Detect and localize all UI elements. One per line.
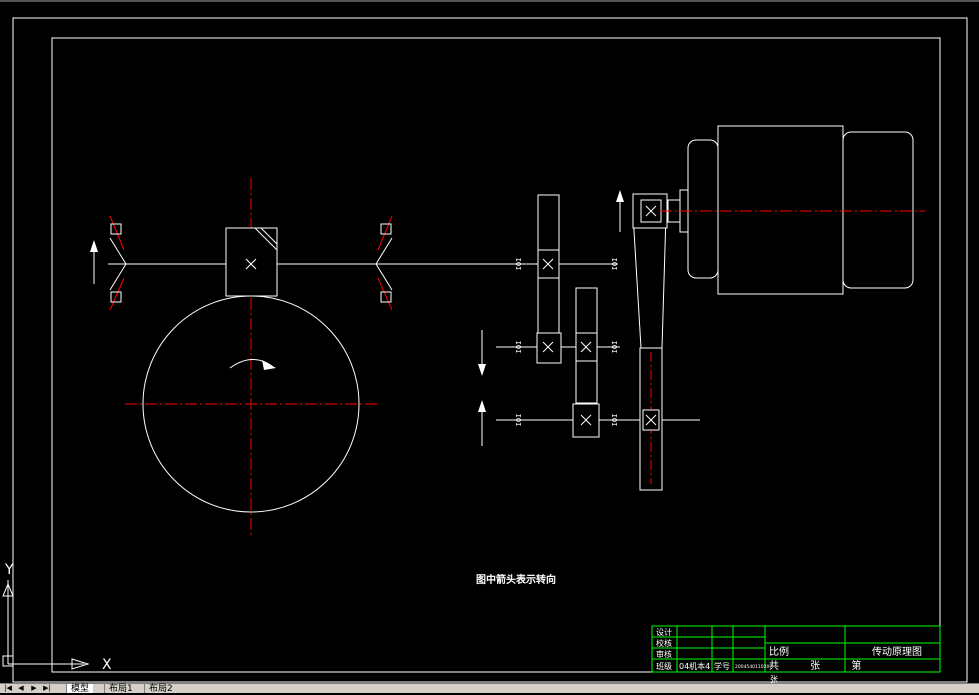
bearing-label: IOI — [514, 258, 522, 271]
drawing-note: 图中箭头表示转向 — [476, 573, 556, 586]
title-block: 设计 校核 审核 班级 04机本4 学号 2004540110207 比例 共 … — [651, 625, 941, 684]
sheet-count: 共 张 第 — [769, 659, 875, 672]
student-no-label: 学号 — [714, 661, 730, 671]
ucs-icon: Y X — [2, 562, 112, 673]
bearing-labels: IOI IOI IOI IOI IOI IOI — [514, 258, 618, 427]
belt-drive — [616, 190, 668, 491]
reviewer-label: 审核 — [656, 649, 672, 659]
drawing-title: 传动原理图 — [872, 646, 922, 658]
checker-label: 校核 — [656, 638, 672, 648]
bearing-label: IOI — [610, 258, 618, 271]
bearing-label: IOI — [610, 414, 618, 427]
electric-motor — [660, 125, 925, 295]
drawing-canvas[interactable]: IOI IOI IOI IOI IOI IOI 图中箭头表示转向 设计 校核 审… — [0, 0, 979, 692]
bearing-label: IOI — [514, 414, 522, 427]
worm-shaft — [90, 215, 540, 311]
ucs-x-label: X — [102, 657, 112, 673]
scale-label: 比例 — [769, 645, 789, 658]
class-value: 04机本4 — [679, 661, 710, 671]
bearing-label: IOI — [514, 341, 522, 354]
designer-label: 设计 — [656, 627, 672, 637]
gear-train: IOI IOI IOI IOI IOI IOI — [478, 194, 700, 446]
bearing-label: IOI — [610, 341, 618, 354]
ucs-y-label: Y — [4, 562, 14, 578]
student-no-value: 2004540110207 — [735, 664, 772, 670]
class-label: 班级 — [656, 661, 672, 671]
